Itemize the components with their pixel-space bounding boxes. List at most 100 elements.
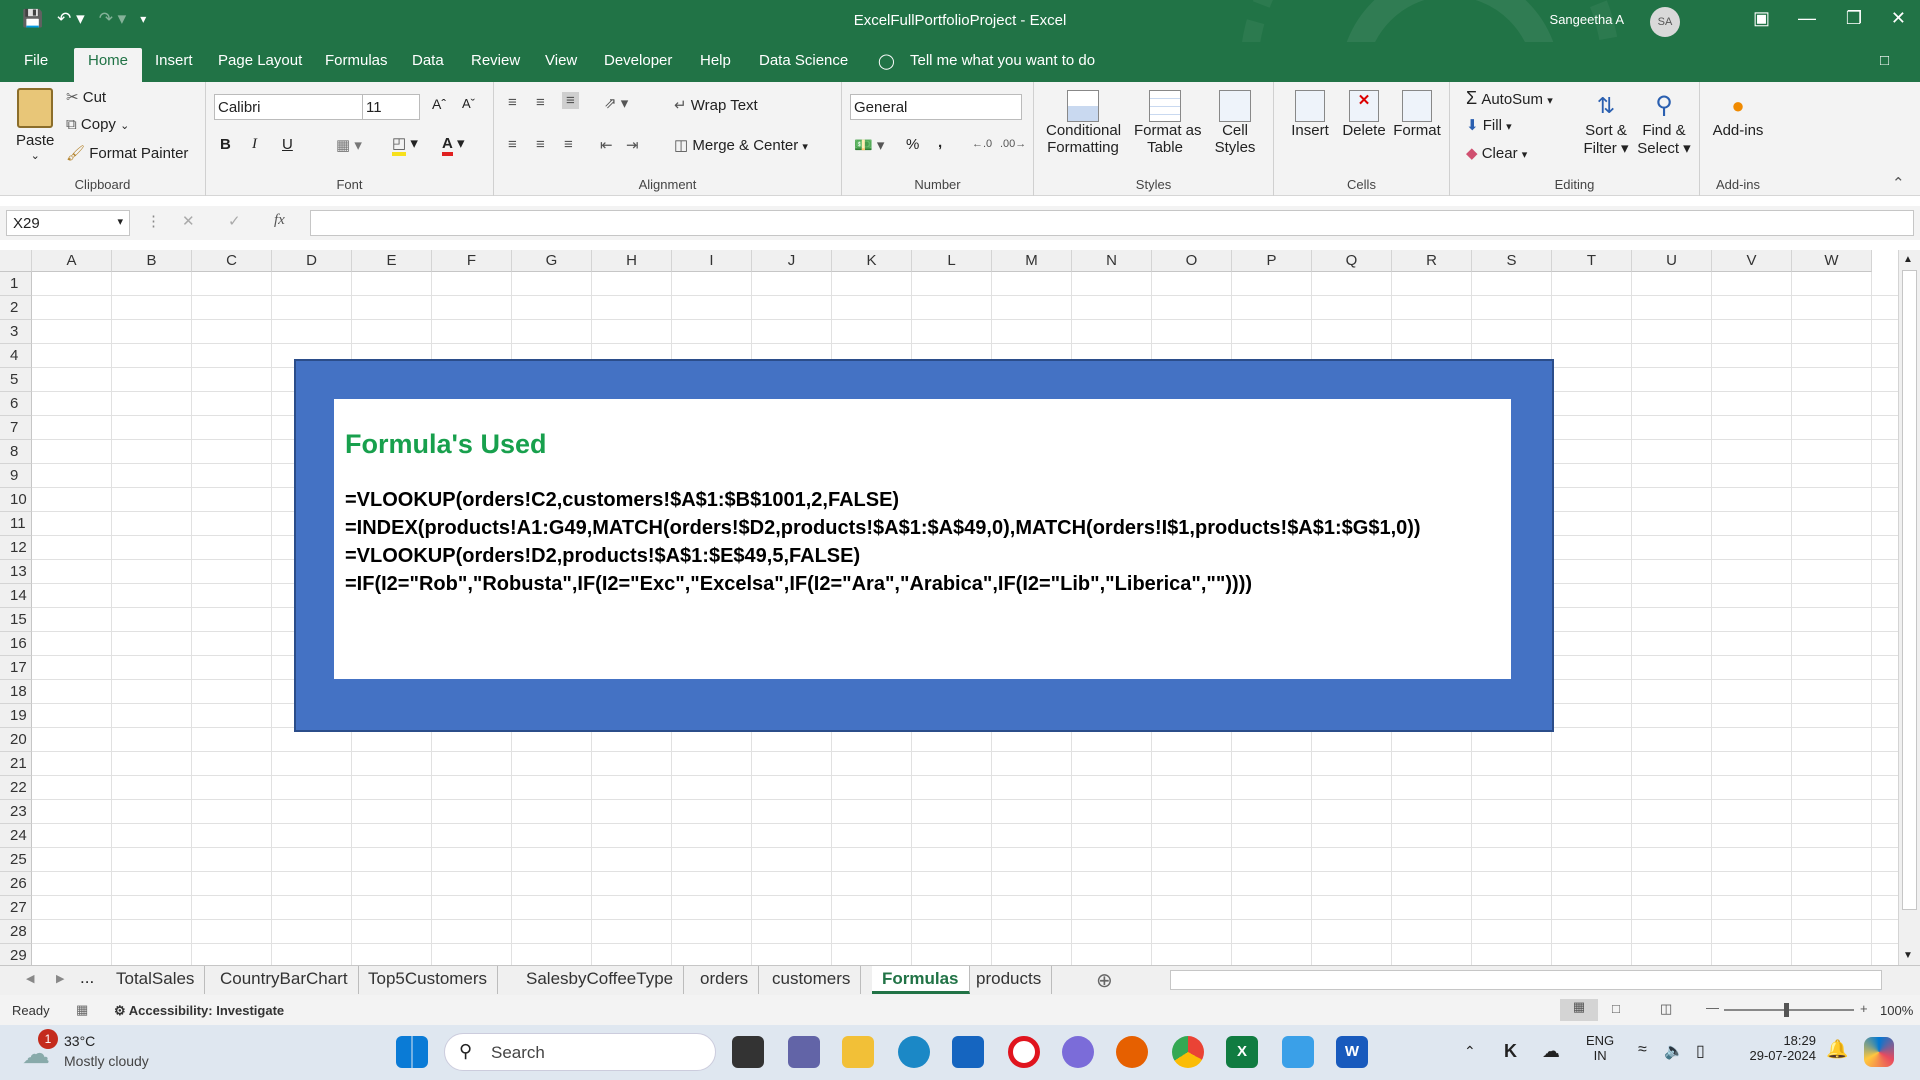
accessibility-status[interactable]: ⚙ Accessibility: Investigate [114,1003,284,1019]
comma-button[interactable]: , [938,134,942,151]
file-explorer-icon[interactable] [842,1036,874,1068]
page-break-view-icon[interactable]: ◫ [1660,1001,1672,1017]
zoom-level[interactable]: 100% [1880,1003,1913,1018]
column-header[interactable]: L [912,250,992,272]
normal-view-icon[interactable]: ▦ [1560,999,1598,1021]
row-header[interactable]: 1 [0,272,32,296]
row-header[interactable]: 9 [0,464,32,488]
ribbon-display-icon[interactable]: ▣ [1753,8,1770,29]
row-header[interactable]: 8 [0,440,32,464]
scroll-thumb[interactable] [1902,270,1917,910]
language-indicator[interactable]: ENG IN [1586,1033,1614,1063]
align-left-icon[interactable]: ≡ [508,136,517,153]
row-header[interactable]: 27 [0,896,32,920]
taskbar-search[interactable]: ⚲ Search [444,1033,716,1071]
copilot-icon[interactable] [1062,1036,1094,1068]
avatar[interactable]: SA [1650,7,1680,37]
column-header[interactable]: G [512,250,592,272]
format-as-table-button[interactable]: Format as Table [1134,90,1202,156]
cancel-icon[interactable]: ✕ [182,212,195,230]
collapse-ribbon-icon[interactable]: ⌃ [1892,174,1905,192]
row-header[interactable]: 2 [0,296,32,320]
column-header[interactable]: K [832,250,912,272]
zoom-thumb[interactable] [1784,1003,1789,1017]
tab-home[interactable]: Home [74,48,143,82]
format-painter-button[interactable]: 🖌 Format Painter [66,144,188,162]
row-header[interactable]: 18 [0,680,32,704]
font-size-dropdown[interactable]: 11 [362,94,420,120]
merge-center-button[interactable]: ◫ Merge & Center ▾ [674,136,808,154]
row-header[interactable]: 14 [0,584,32,608]
column-header[interactable]: R [1392,250,1472,272]
notification-icon[interactable]: 🔔 [1826,1039,1848,1060]
add-sheet-icon[interactable]: ⊕ [1096,968,1113,993]
task-view-icon[interactable] [732,1036,764,1068]
row-header[interactable]: 4 [0,344,32,368]
column-header[interactable]: Q [1312,250,1392,272]
row-header[interactable]: 7 [0,416,32,440]
sheet-tab-salesbycoffeetype[interactable]: SalesbyCoffeeType [516,966,685,994]
sheet-tab-totalsales[interactable]: TotalSales [106,966,206,994]
tell-me-search[interactable]: Tell me what you want to do [910,52,1095,69]
row-header[interactable]: 6 [0,392,32,416]
tab-data-science[interactable]: Data Science [759,52,848,69]
onedrive-icon[interactable]: ☁ [1542,1041,1560,1062]
row-header[interactable]: 26 [0,872,32,896]
row-header[interactable]: 21 [0,752,32,776]
bold-button[interactable]: B [220,136,231,153]
column-header[interactable]: A [32,250,112,272]
bottom-align-icon[interactable]: ≡ [562,92,579,109]
row-header[interactable]: 29 [0,944,32,965]
word-icon[interactable]: W [1336,1036,1368,1068]
row-header[interactable]: 10 [0,488,32,512]
user-name[interactable]: Sangeetha A [1550,12,1624,27]
tab-page-layout[interactable]: Page Layout [218,52,302,69]
sheet-tab-orders[interactable]: orders [690,966,760,994]
sheet-tab-products[interactable]: products [966,966,1053,994]
tab-review[interactable]: Review [471,52,520,69]
tab-developer[interactable]: Developer [604,52,672,69]
italic-button[interactable]: I [252,136,257,153]
conditional-formatting-button[interactable]: Conditional Formatting [1046,90,1121,156]
middle-align-icon[interactable]: ≡ [536,94,545,111]
excel-icon[interactable]: X [1226,1036,1258,1068]
top-align-icon[interactable]: ≡ [508,94,517,111]
sheet-tab-top5customers[interactable]: Top5Customers [358,966,499,994]
wrap-text-button[interactable]: ↵ Wrap Text [674,96,758,114]
next-sheet-icon[interactable]: ▶ [56,972,64,985]
delete-cells-button[interactable]: ✕ Delete [1340,90,1388,139]
column-header[interactable]: W [1792,250,1872,272]
row-header[interactable]: 20 [0,728,32,752]
sheet-tab-countrybarchart[interactable]: CountryBarChart [210,966,359,994]
row-header[interactable]: 3 [0,320,32,344]
row-header[interactable]: 15 [0,608,32,632]
vertical-scrollbar[interactable]: ▲ ▼ [1898,250,1920,965]
decrease-decimal-icon[interactable]: .00→ [1000,138,1026,150]
edge-icon[interactable] [898,1036,930,1068]
increase-decimal-icon[interactable]: ←.0 [972,138,992,150]
chrome-icon[interactable] [1172,1036,1204,1068]
row-header[interactable]: 22 [0,776,32,800]
tab-help[interactable]: Help [700,52,731,69]
number-format-dropdown[interactable]: General [850,94,1022,120]
accounting-icon[interactable]: 💵 ▾ [854,136,884,154]
column-header[interactable]: I [672,250,752,272]
insert-function-button[interactable]: fx [274,212,285,229]
formula-panel-shape[interactable]: Formula's Used =VLOOKUP(orders!C2,custom… [294,359,1554,732]
sort-filter-button[interactable]: ⇅ Sort & Filter ▾ [1580,90,1632,157]
row-header[interactable]: 28 [0,920,32,944]
zoom-slider[interactable] [1724,1003,1854,1017]
row-header[interactable]: 17 [0,656,32,680]
insert-cells-button[interactable]: Insert [1288,90,1332,139]
fill-color-icon[interactable]: ◰ ▾ [392,134,418,156]
horizontal-scrollbar[interactable] [1170,970,1882,990]
sheet-tab-customers[interactable]: customers [762,966,862,994]
chevron-up-icon[interactable]: ⌃ [1464,1043,1476,1060]
tab-data[interactable]: Data [412,52,444,69]
tab-insert[interactable]: Insert [155,52,193,69]
decrease-font-icon[interactable]: Aˇ [462,96,475,111]
column-header[interactable]: F [432,250,512,272]
wifi-icon[interactable]: ≈ [1638,1041,1647,1059]
cut-button[interactable]: ✂ Cut [66,88,106,106]
find-select-button[interactable]: ⚲ Find & Select ▾ [1636,90,1692,157]
